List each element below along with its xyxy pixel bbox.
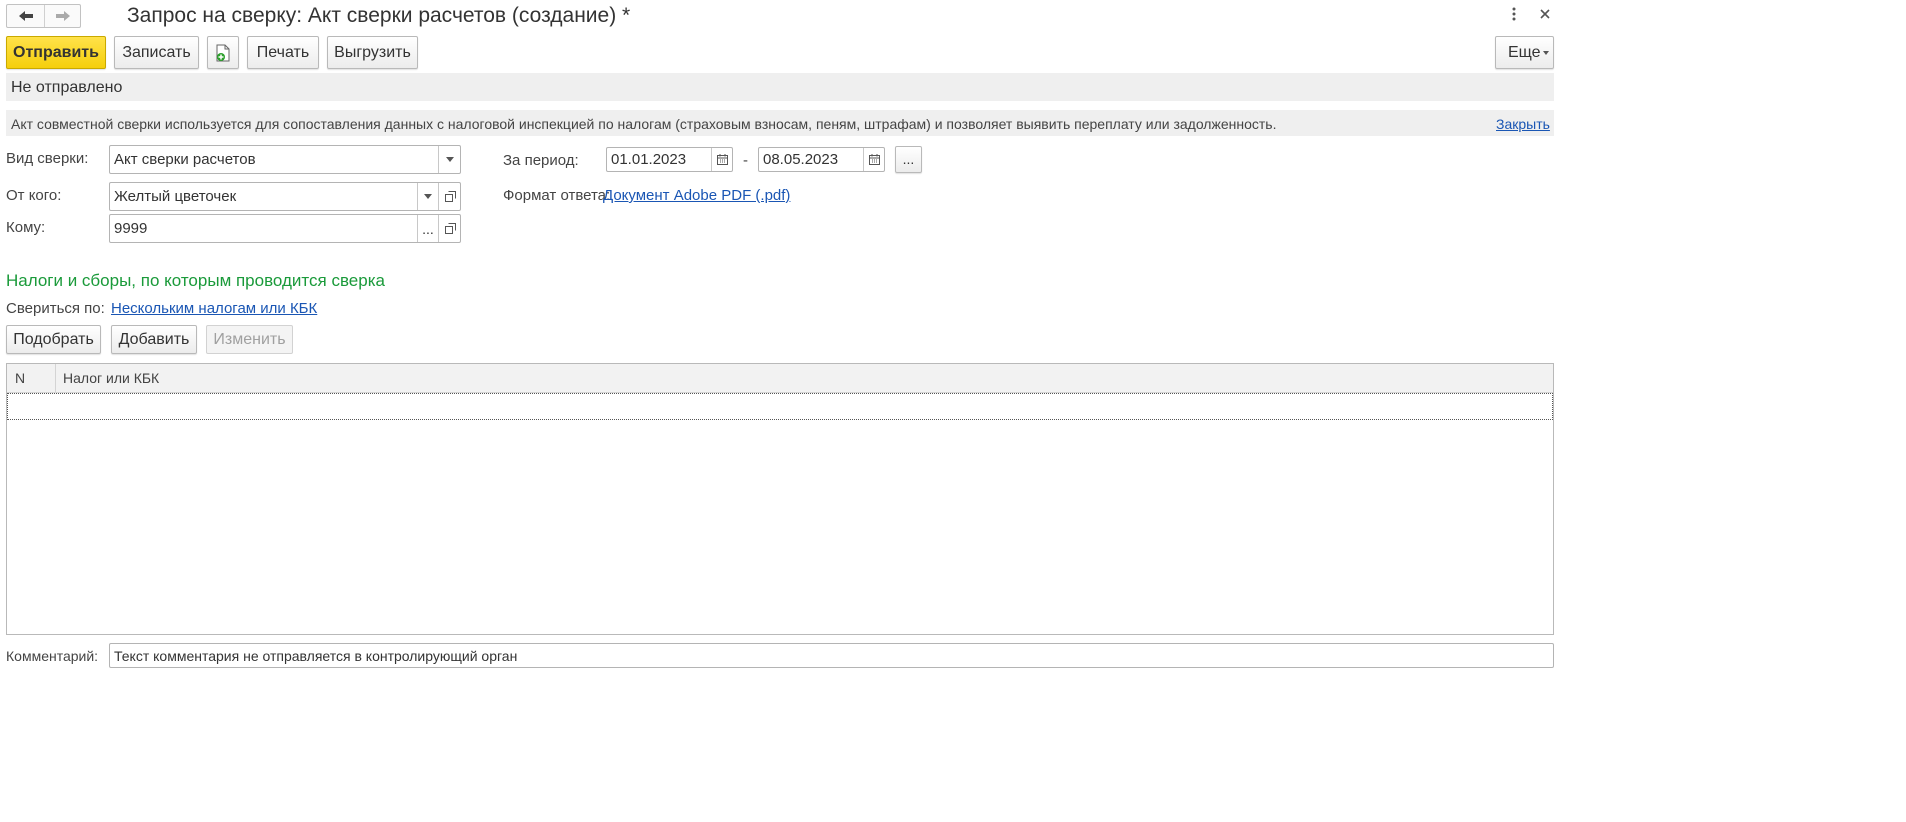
save-button[interactable]: Записать	[114, 36, 199, 69]
dropdown-arrow-icon[interactable]	[439, 146, 461, 173]
period-select-button[interactable]: ...	[895, 146, 922, 173]
kebab-menu-icon[interactable]	[1508, 6, 1520, 22]
export-button[interactable]: Выгрузить	[327, 36, 418, 69]
column-header-n[interactable]: N	[7, 364, 56, 392]
to-value: 9999	[114, 220, 148, 237]
column-header-n-label: N	[15, 370, 26, 386]
edit-button: Изменить	[206, 325, 293, 354]
period-dash: -	[743, 152, 748, 169]
comment-placeholder: Текст комментария не отправляется в конт…	[114, 648, 518, 664]
table-row[interactable]	[7, 393, 1553, 420]
from-label: От кого:	[6, 187, 62, 204]
comment-label: Комментарий:	[6, 648, 99, 664]
send-button[interactable]: Отправить	[6, 36, 106, 69]
choose-icon[interactable]: ...	[418, 215, 438, 242]
comment-input[interactable]: Текст комментария не отправляется в конт…	[109, 643, 1554, 668]
dropdown-arrow-icon[interactable]	[418, 183, 438, 210]
close-info-link[interactable]: Закрыть	[1496, 116, 1550, 132]
close-icon[interactable]	[1538, 7, 1552, 21]
add-button[interactable]: Добавить	[111, 325, 197, 354]
to-field[interactable]: 9999 ...	[109, 214, 461, 243]
format-label: Формат ответа:	[503, 187, 611, 204]
more-button[interactable]: Еще	[1495, 36, 1554, 69]
document-add-icon	[216, 44, 230, 61]
reconcile-by-link[interactable]: Нескольким налогам или КБК	[111, 300, 317, 317]
kind-value: Акт сверки расчетов	[114, 151, 256, 168]
period-to-value: 08.05.2023	[763, 151, 839, 168]
chevron-down-icon	[1543, 51, 1549, 55]
format-link[interactable]: Документ Adobe PDF (.pdf)	[603, 187, 790, 204]
status-text: Не отправлено	[11, 79, 123, 96]
to-label: Кому:	[6, 219, 46, 236]
period-from-field[interactable]: 01.01.2023	[606, 147, 733, 172]
column-header-tax[interactable]: Налог или КБК	[56, 364, 1553, 392]
arrow-right-icon	[56, 11, 70, 21]
info-panel: Акт совместной сверки используется для с…	[6, 110, 1554, 136]
kind-select[interactable]: Акт сверки расчетов	[109, 145, 461, 174]
kind-label: Вид сверки:	[6, 150, 89, 167]
period-label: За период:	[503, 152, 579, 169]
window-title: Запрос на сверку: Акт сверки расчетов (с…	[127, 4, 631, 27]
forward-button[interactable]	[45, 5, 81, 27]
status-panel: Не отправлено	[6, 73, 1554, 101]
taxes-table[interactable]: N Налог или КБК	[6, 363, 1554, 635]
back-button[interactable]	[7, 5, 45, 27]
nav-buttons-group	[6, 4, 81, 28]
reconcile-by-label: Свериться по:	[6, 300, 105, 317]
period-from-value: 01.01.2023	[611, 151, 687, 168]
calendar-icon[interactable]	[712, 148, 733, 171]
period-to-field[interactable]: 08.05.2023	[758, 147, 885, 172]
pick-button[interactable]: Подобрать	[6, 325, 101, 354]
table-header: N Налог или КБК	[7, 364, 1553, 393]
taxes-section-heading: Налоги и сборы, по которым проводится св…	[6, 271, 385, 290]
column-header-tax-label: Налог или КБК	[63, 370, 160, 386]
from-select[interactable]: Желтый цветочек	[109, 182, 461, 211]
more-label: Еще	[1508, 44, 1541, 61]
arrow-left-icon	[18, 11, 33, 21]
create-based-on-button[interactable]	[207, 36, 239, 69]
open-icon[interactable]	[439, 183, 461, 210]
print-button[interactable]: Печать	[247, 36, 319, 69]
info-text: Акт совместной сверки используется для с…	[11, 116, 1277, 132]
calendar-icon[interactable]	[864, 148, 885, 171]
open-icon[interactable]	[439, 215, 461, 242]
from-value: Желтый цветочек	[114, 188, 237, 205]
